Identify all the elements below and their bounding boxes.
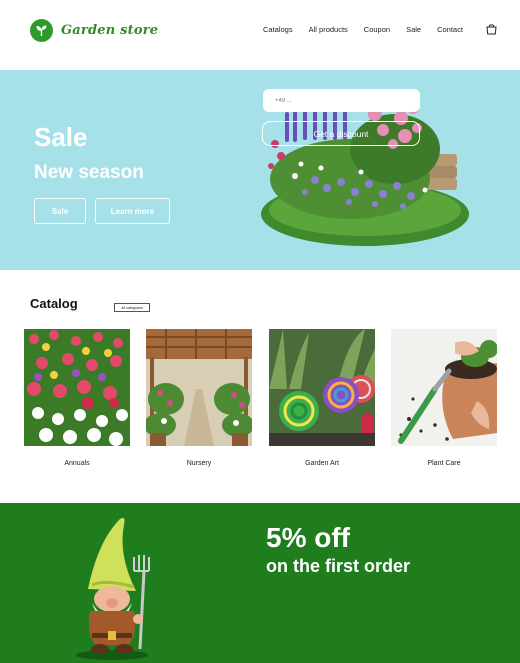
hero-title: Sale bbox=[34, 122, 88, 152]
get-discount-button[interactable]: Get a discount bbox=[262, 121, 420, 146]
hero-subtitle: New season bbox=[34, 162, 144, 183]
catalog-card-garden-art[interactable]: Garden Art bbox=[269, 329, 375, 467]
promo-subheadline: on the first order bbox=[266, 556, 411, 576]
nav-contact[interactable]: Contact bbox=[437, 25, 463, 34]
leaf-logo-icon bbox=[30, 19, 53, 42]
catalog-card-nursery[interactable]: Nursery bbox=[144, 329, 254, 467]
card-label: Plant Care bbox=[427, 460, 461, 467]
main-nav: Catalogs All products Coupon Sale Contac… bbox=[263, 25, 463, 34]
catalog-title: Catalog bbox=[30, 296, 78, 311]
site-header: Garden store Catalogs All products Coupo… bbox=[0, 0, 520, 70]
annuals-image bbox=[24, 329, 130, 446]
plant-care-image bbox=[391, 329, 498, 446]
logo[interactable]: Garden store bbox=[30, 19, 158, 42]
catalog-card-plant-care[interactable]: Plant Care bbox=[391, 329, 498, 467]
hero-banner: Sale New season Sale Learn more bbox=[0, 70, 520, 270]
promo-headline: 5% off bbox=[266, 522, 350, 553]
nursery-image bbox=[144, 329, 254, 447]
garden-gnome-image bbox=[76, 517, 150, 660]
nav-coupon[interactable]: Coupon bbox=[364, 25, 390, 34]
sale-button[interactable]: Sale bbox=[34, 198, 86, 224]
shopping-bag-icon[interactable] bbox=[486, 23, 497, 35]
learn-more-button[interactable]: Learn more bbox=[95, 198, 170, 224]
card-label: Annuals bbox=[64, 460, 90, 467]
garden-art-image bbox=[269, 329, 375, 446]
nav-sale[interactable]: Sale bbox=[406, 25, 421, 34]
nav-all-products[interactable]: All products bbox=[309, 25, 348, 34]
logo-text: Garden store bbox=[61, 23, 159, 38]
card-label: Garden Art bbox=[305, 460, 339, 467]
discount-banner: 5% off on the first order bbox=[0, 503, 520, 663]
card-label: Nursery bbox=[186, 460, 212, 467]
phone-input[interactable] bbox=[263, 89, 420, 112]
all-categories-button[interactable]: All categories bbox=[114, 303, 150, 312]
nav-catalogs[interactable]: Catalogs bbox=[263, 25, 293, 34]
catalog-card-annuals[interactable]: Annuals bbox=[24, 329, 130, 467]
